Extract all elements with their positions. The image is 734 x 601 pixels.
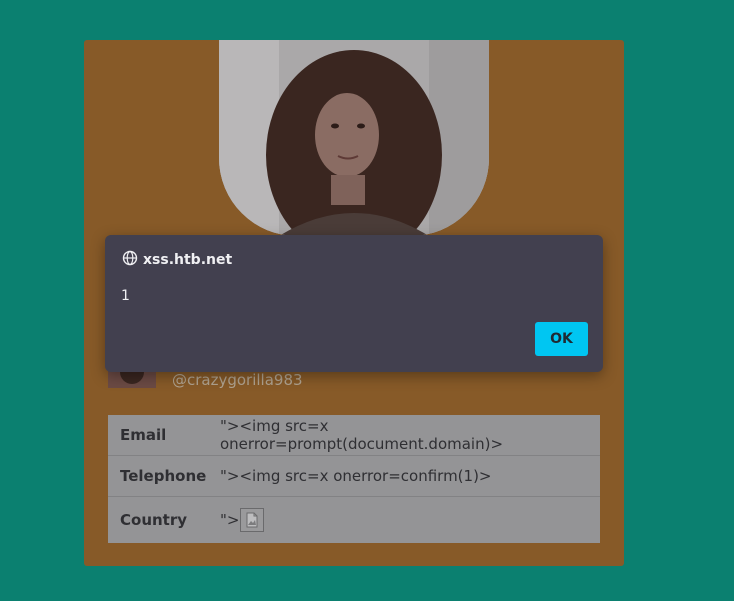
telephone-value: "><img src=x onerror=confirm(1)> [220, 467, 492, 485]
dialog-message: 1 [121, 288, 130, 304]
telephone-row: Telephone "><img src=x onerror=confirm(1… [108, 456, 600, 497]
profile-details: Email "><img src=x onerror=prompt(docume… [108, 415, 600, 543]
country-label: Country [120, 511, 188, 529]
broken-image-icon [240, 508, 265, 532]
country-value: "> [220, 511, 240, 529]
email-value: "><img src=x onerror=prompt(document.dom… [220, 417, 504, 453]
globe-icon [122, 250, 138, 270]
avatar [108, 370, 156, 388]
country-row: Country "> [108, 497, 600, 543]
country-value-wrap: "> [220, 508, 600, 532]
telephone-label: Telephone [120, 467, 207, 485]
alert-dialog: xss.htb.net 1 OK [105, 235, 603, 372]
username: @crazygorilla983 [172, 371, 303, 389]
dialog-domain: xss.htb.net [143, 252, 233, 268]
profile-photo [219, 40, 489, 236]
email-row: Email "><img src=x onerror=prompt(docume… [108, 415, 600, 456]
dialog-title: xss.htb.net [122, 250, 232, 270]
ok-button[interactable]: OK [535, 322, 588, 356]
email-label: Email [120, 426, 167, 444]
